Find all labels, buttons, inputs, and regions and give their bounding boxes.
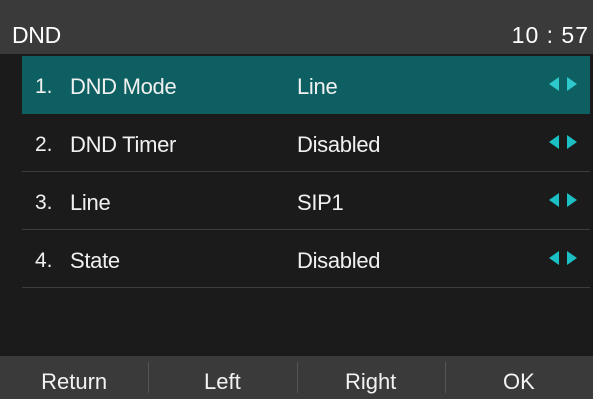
item-label: DND Timer <box>70 132 177 157</box>
triangle-left-icon[interactable] <box>549 135 559 149</box>
triangle-left-icon[interactable] <box>549 193 559 207</box>
menu-item-state[interactable]: 4. State Disabled <box>22 230 590 288</box>
item-number: 1. <box>35 75 53 98</box>
phone-screen: DND 10 : 57 1. DND Mode Line 2. DND Time… <box>0 0 593 399</box>
item-label: DND Mode <box>70 74 177 99</box>
ok-button[interactable]: OK <box>444 356 593 399</box>
item-value: Line <box>297 74 338 99</box>
value-selector[interactable] <box>548 251 578 267</box>
item-number: 3. <box>35 191 53 214</box>
menu-item-line[interactable]: 3. Line SIP1 <box>22 172 590 230</box>
item-value: Disabled <box>297 248 381 273</box>
menu-item-dnd-timer[interactable]: 2. DND Timer Disabled <box>22 114 590 172</box>
item-number: 2. <box>35 133 53 156</box>
item-value: SIP1 <box>297 190 344 215</box>
softkey-bar: Return Left Right OK <box>0 356 593 399</box>
value-selector[interactable] <box>548 77 578 93</box>
triangle-right-icon[interactable] <box>567 251 577 265</box>
value-selector[interactable] <box>548 193 578 209</box>
return-button[interactable]: Return <box>0 356 148 399</box>
triangle-right-icon[interactable] <box>567 135 577 149</box>
value-selector[interactable] <box>548 135 578 151</box>
triangle-right-icon[interactable] <box>567 77 577 91</box>
menu-item-dnd-mode[interactable]: 1. DND Mode Line <box>22 56 590 114</box>
item-label: Line <box>70 190 111 215</box>
settings-list: 1. DND Mode Line 2. DND Timer Disabled 3… <box>22 56 590 288</box>
item-label: State <box>70 248 120 273</box>
triangle-right-icon[interactable] <box>567 193 577 207</box>
item-number: 4. <box>35 249 53 272</box>
status-bar: DND 10 : 57 <box>0 0 593 54</box>
triangle-left-icon[interactable] <box>549 251 559 265</box>
left-button[interactable]: Left <box>148 356 296 399</box>
triangle-left-icon[interactable] <box>549 77 559 91</box>
right-button[interactable]: Right <box>296 356 445 399</box>
item-value: Disabled <box>297 132 381 157</box>
page-title: DND <box>12 22 61 48</box>
clock: 10 : 57 <box>511 22 589 48</box>
